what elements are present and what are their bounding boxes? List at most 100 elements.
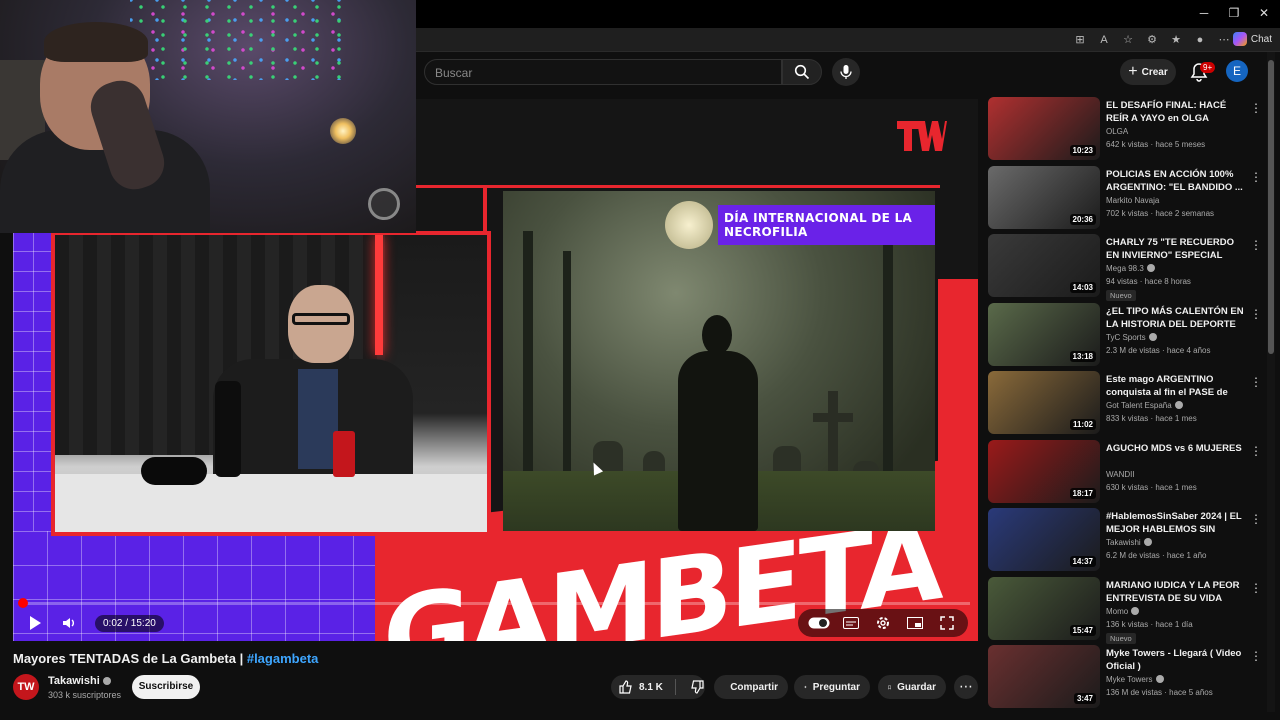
subscribe-button[interactable]: Suscribirse (132, 675, 200, 699)
subtitles-button[interactable] (840, 612, 862, 634)
recommendation-item[interactable]: 14:03 CHARLY 75 "TE RECUERDO EN INVIERNO"… (988, 234, 1263, 301)
share-button[interactable]: Compartir (714, 675, 788, 699)
video-thumbnail[interactable]: 20:36 (988, 165, 1100, 229)
video-title: Mayores TENTADAS de La Gambeta | #lagamb… (13, 651, 318, 666)
new-badge: Nuevo (1106, 632, 1136, 644)
minimize-icon[interactable]: ─ (1196, 6, 1212, 20)
more-options-icon[interactable]: ⋮ (1250, 444, 1262, 458)
recommendation-channel[interactable]: Markito Navaja (1106, 196, 1159, 205)
recommendation-title[interactable]: CHARLY 75 "TE RECUERDO EN INVIERNO" ESPE… (1106, 236, 1246, 263)
video-duration: 11:02 (1069, 419, 1096, 430)
video-thumbnail[interactable]: 14:37 (988, 508, 1100, 571)
recommendation-channel[interactable]: Mega 98.3 (1106, 264, 1155, 273)
recommendation-item[interactable]: 10:23 EL DESAFÍO FINAL: HACÉ REÍR A YAYO … (988, 97, 1263, 161)
recommendation-title[interactable]: AGUCHO MDS vs 6 MUJERES (1106, 442, 1246, 455)
scrollbar-thumb[interactable] (1268, 60, 1274, 354)
more-options-icon[interactable]: ⋮ (1250, 238, 1262, 252)
ask-label: Preguntar (812, 681, 860, 693)
recommendation-item[interactable]: 18:17 AGUCHO MDS vs 6 MUJERES WANDII 630 k … (988, 439, 1263, 504)
recommendation-title[interactable]: ¿EL TIPO MÁS CALENTÓN EN LA HISTORIA DEL… (1106, 305, 1246, 332)
favorites-icon[interactable]: ★ (1168, 32, 1184, 48)
create-button[interactable]: + Crear (1120, 59, 1176, 85)
more-icon[interactable]: ⋯ (1216, 32, 1232, 48)
recommendation-channel[interactable]: TyC Sports (1106, 332, 1157, 342)
video-thumbnail[interactable]: 11:02 (988, 371, 1100, 434)
time-display: 0:02 / 15:20 (95, 615, 164, 632)
verified-icon (1174, 401, 1183, 409)
more-options-icon[interactable]: ⋮ (1250, 512, 1262, 526)
standing-man-head (702, 315, 732, 355)
recommendation-channel[interactable]: Takawishi (1106, 538, 1152, 547)
video-thumbnail[interactable]: 18:17 (988, 439, 1100, 503)
recommendation-item[interactable]: 14:37 #HablemosSinSaber 2024 | EL MEJOR H… (988, 508, 1263, 572)
account-avatar[interactable]: E (1226, 60, 1248, 82)
more-options-icon[interactable]: ⋮ (1250, 307, 1262, 321)
fullscreen-icon (940, 616, 954, 630)
more-options-icon[interactable]: ⋮ (1250, 649, 1262, 663)
dislike-icon[interactable] (690, 680, 704, 694)
recommendation-item[interactable]: 15:47 MARIANO IUDICA Y LA PEOR ENTREVISTA… (988, 576, 1263, 644)
autoplay-toggle[interactable] (808, 612, 830, 634)
recommendation-title[interactable]: Myke Towers - Llegará ( Video Oficial ) (1106, 647, 1246, 673)
new-badge: Nuevo (1106, 290, 1136, 301)
more-actions-button[interactable]: ⋯ (954, 675, 978, 699)
play-button[interactable] (25, 613, 45, 633)
recommendation-channel-name: Momo (1106, 606, 1129, 616)
close-icon[interactable]: ✕ (1256, 6, 1272, 20)
channel-avatar[interactable]: TW (13, 674, 39, 700)
video-thumbnail[interactable]: 13:18 (988, 302, 1100, 366)
miniplayer-button[interactable] (904, 612, 926, 634)
recommendation-channel[interactable]: Momo (1106, 606, 1140, 616)
like-count[interactable]: 8.1 K (639, 682, 663, 693)
recommendation-title[interactable]: #HablemosSinSaber 2024 | EL MEJOR HABLEM… (1106, 510, 1246, 537)
recommendation-title[interactable]: Este mago ARGENTINO conquista al fin el … (1106, 373, 1246, 400)
more-options-icon[interactable]: ⋮ (1250, 581, 1262, 595)
video-thumbnail[interactable]: 14:03 (988, 234, 1100, 297)
search-placeholder: Buscar (435, 66, 473, 80)
gear-icon (877, 617, 889, 629)
favorite-icon[interactable]: ☆ (1120, 32, 1136, 48)
recommendation-channel[interactable]: WANDII (1106, 470, 1135, 479)
browser-toolbar: ⊞ A ☆ ⚙ ★ ● ⋯ Chat (416, 28, 1280, 52)
ask-button[interactable]: Preguntar (794, 675, 870, 699)
video-hashtag[interactable]: #lagambeta (247, 651, 319, 666)
recommendation-item[interactable]: 3:47 Myke Towers - Llegará ( Video Oficia… (988, 645, 1263, 709)
progress-bar[interactable] (18, 598, 970, 608)
voice-search-button[interactable] (832, 58, 860, 86)
recommendation-channel[interactable]: Got Talent España (1106, 401, 1183, 410)
more-options-icon[interactable]: ⋮ (1250, 101, 1262, 115)
recommendation-title[interactable]: MARIANO IUDICA Y LA PEOR ENTREVISTA DE S… (1106, 579, 1246, 605)
copilot-chat-button[interactable]: Chat (1232, 32, 1272, 46)
more-options-icon[interactable]: ⋮ (1250, 170, 1262, 184)
volume-button[interactable] (59, 613, 79, 633)
apps-icon[interactable]: ⊞ (1072, 32, 1088, 48)
verified-icon (1131, 606, 1140, 615)
recommendation-channel[interactable]: Myke Towers (1106, 675, 1164, 684)
player-controls: 0:02 / 15:20 (13, 607, 978, 641)
recommendation-channel-name: Takawishi (1106, 538, 1141, 547)
search-button[interactable] (782, 59, 822, 85)
recommendation-item[interactable]: 13:18 ¿EL TIPO MÁS CALENTÓN EN LA HISTORI… (988, 302, 1263, 367)
recommendation-title[interactable]: POLICIAS EN ACCIÓN 100% ARGENTINO: "EL B… (1106, 168, 1246, 194)
fullscreen-button[interactable] (936, 612, 958, 634)
tree (563, 251, 571, 471)
video-thumbnail[interactable]: 3:47 (988, 645, 1100, 708)
video-thumbnail[interactable]: 10:23 (988, 97, 1100, 160)
recommendation-item[interactable]: 20:36 POLICIAS EN ACCIÓN 100% ARGENTINO: … (988, 165, 1263, 230)
search-input[interactable]: Buscar (424, 59, 782, 85)
recommendation-title[interactable]: EL DESAFÍO FINAL: HACÉ REÍR A YAYO en OL… (1106, 99, 1246, 125)
save-button[interactable]: Guardar (878, 675, 946, 699)
read-aloud-icon[interactable]: A (1096, 32, 1112, 48)
plus-icon: + (1128, 63, 1138, 80)
extensions-icon[interactable]: ⚙ (1144, 32, 1160, 48)
miniplayer-icon (907, 617, 923, 629)
profile-icon[interactable]: ● (1192, 32, 1208, 48)
restore-icon[interactable]: ❐ (1226, 6, 1242, 20)
settings-button[interactable] (872, 612, 894, 634)
recommendation-channel[interactable]: OLGA (1106, 127, 1128, 136)
video-thumbnail[interactable]: 15:47 (988, 576, 1100, 640)
more-options-icon[interactable]: ⋮ (1250, 375, 1262, 389)
recommendation-item[interactable]: 11:02 Este mago ARGENTINO conquista al fi… (988, 371, 1263, 435)
channel-name[interactable]: Takawishi (48, 675, 111, 687)
like-icon[interactable] (619, 680, 633, 694)
